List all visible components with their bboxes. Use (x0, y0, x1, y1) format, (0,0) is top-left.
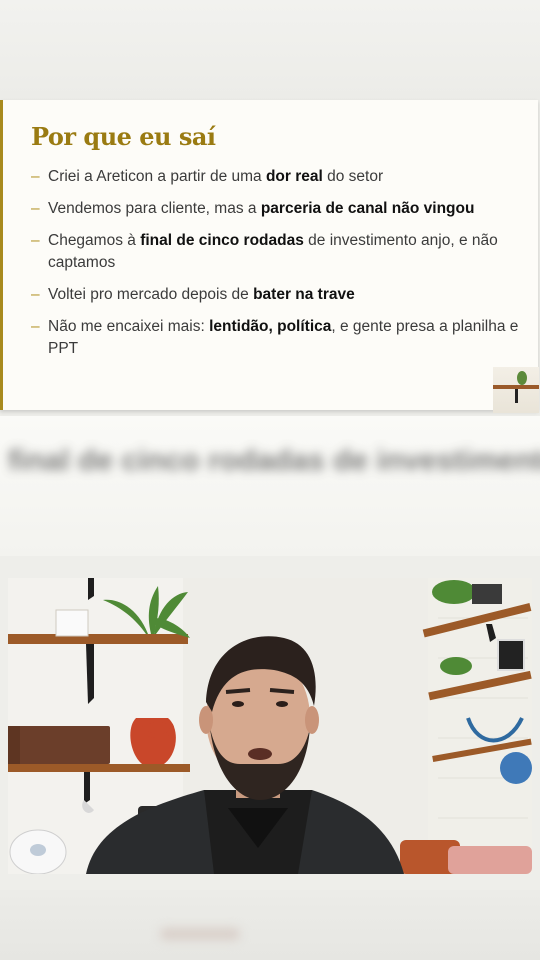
bullet-text: Criei a Areticon a partir de uma (48, 168, 266, 185)
bullet-text: Chegamos à (48, 232, 141, 249)
webcam-thumbnail (493, 367, 539, 413)
bottom-blur-artifact (160, 928, 240, 940)
blurred-caption-area: final de cinco rodadas de investimento (0, 416, 540, 556)
bullet-dash-icon: – (31, 200, 40, 217)
bullet-dash-icon: – (31, 286, 40, 303)
bullet-list: – Criei a Areticon a partir de uma dor re… (31, 166, 521, 370)
bullet-emphasis: parceria de canal não vingou (260, 200, 475, 217)
bullet-emphasis: lentidão, política (209, 318, 332, 335)
thumbnail-bracket (515, 389, 518, 403)
bullet-item: – Criei a Areticon a partir de uma dor re… (31, 166, 521, 188)
bullet-text: Voltei pro mercado depois de (48, 286, 254, 303)
bullet-dash-icon: – (31, 168, 40, 185)
speaker-video[interactable] (8, 578, 532, 874)
bullet-item: – Voltei pro mercado depois de bater na t… (31, 284, 521, 306)
bullet-item: – Vendemos para cliente, mas a parceria d… (31, 198, 521, 220)
bullet-emphasis: dor real (265, 168, 323, 185)
blurred-caption: final de cinco rodadas de investimento (8, 444, 540, 477)
bottom-background (0, 890, 540, 960)
speaker-video-scene (8, 578, 532, 874)
presentation-slide: Por que eu saí – Criei a Areticon a parti… (0, 100, 538, 410)
slide-title: Por que eu saí (31, 122, 216, 151)
bullet-text: Vendemos para cliente, mas a (48, 200, 261, 217)
top-background (0, 0, 540, 100)
bullet-dash-icon: – (31, 318, 40, 335)
bullet-emphasis: bater na trave (253, 286, 355, 303)
shelf-upper-left (8, 634, 188, 644)
bullet-emphasis: final de cinco rodadas (140, 232, 304, 249)
bullet-item: – Não me encaixei mais: lentidão, polític… (31, 316, 521, 360)
bullet-item: – Chegamos à final de cinco rodadas de in… (31, 230, 521, 274)
bullet-text: do setor (322, 168, 384, 185)
thumbnail-plant (517, 371, 527, 385)
bullet-dash-icon: – (31, 232, 40, 249)
bullet-text: Não me encaixei mais: (48, 318, 210, 335)
